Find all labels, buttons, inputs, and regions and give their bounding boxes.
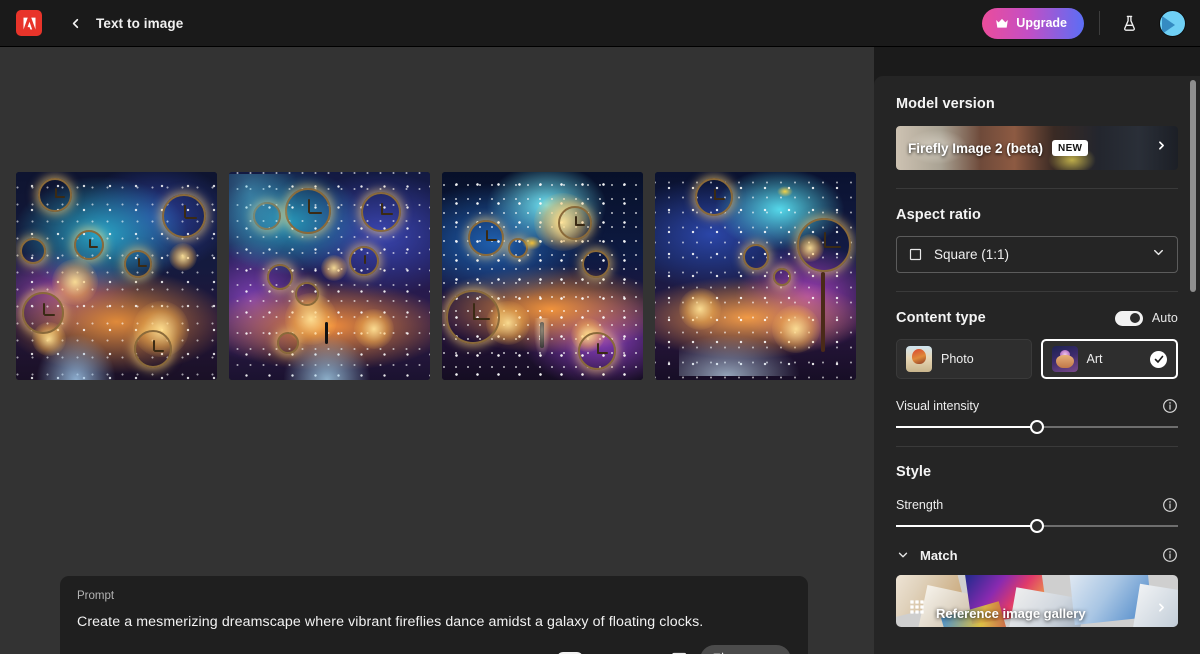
adobe-logo-icon[interactable] — [16, 10, 42, 36]
generated-results-grid — [16, 172, 856, 380]
hot-air-balloon-thumb — [906, 346, 932, 372]
reference-gallery-label: Reference image gallery — [936, 606, 1086, 621]
content-type-options: Photo Art — [896, 339, 1178, 379]
flask-icon[interactable] — [1115, 9, 1143, 37]
info-icon[interactable] — [1162, 497, 1178, 513]
strength-row: Strength — [896, 497, 1178, 513]
auto-toggle[interactable] — [1114, 310, 1143, 326]
refresh-button[interactable]: Refresh — [700, 645, 791, 654]
top-app-bar: Text to image Upgrade — [0, 0, 1200, 47]
toolbar-divider — [1099, 11, 1100, 35]
upgrade-button-label: Upgrade — [1016, 16, 1067, 30]
content-type-photo[interactable]: Photo — [896, 339, 1032, 379]
firefly-text-to-image-app: Text to image Upgrade Prompt Create a me… — [0, 0, 1200, 654]
strength-label: Strength — [896, 498, 944, 512]
match-section-toggle[interactable]: Match — [896, 547, 1178, 563]
aspect-ratio-heading: Aspect ratio — [896, 207, 981, 223]
slider-fill — [896, 525, 1037, 527]
model-version-heading: Model version — [896, 96, 995, 112]
aspect-ratio-value: Square (1:1) — [934, 247, 1010, 262]
reference-image-gallery[interactable]: Reference image gallery — [896, 575, 1178, 627]
crown-icon — [995, 18, 1009, 29]
back-button[interactable] — [62, 10, 88, 36]
generated-image-4[interactable] — [655, 172, 856, 380]
match-label: Match — [920, 547, 958, 563]
grid-icon — [909, 599, 925, 620]
prompt-input[interactable]: Create a mesmerizing dreamscape where vi… — [77, 614, 791, 630]
content-type-art[interactable]: Art — [1040, 339, 1178, 379]
canvas-area: Prompt Create a mesmerizing dreamscape w… — [0, 47, 874, 654]
art-hands-thumb — [1051, 346, 1078, 372]
section-divider-2 — [896, 291, 1178, 292]
section-divider-3 — [896, 446, 1178, 447]
settings-panel-content: Model version Firefly Image 2 (beta) NEW… — [874, 76, 1200, 627]
visual-intensity-slider-knob[interactable] — [1030, 420, 1044, 434]
info-icon[interactable] — [1162, 398, 1178, 414]
section-divider-1 — [896, 188, 1178, 189]
prompt-bar: Prompt Create a mesmerizing dreamscape w… — [60, 576, 808, 654]
strength-slider-knob[interactable] — [1030, 519, 1044, 533]
chevron-down-icon — [896, 548, 910, 562]
page-title: Text to image — [96, 15, 184, 31]
content-type-art-label: Art — [1086, 352, 1103, 366]
aspect-ratio-select[interactable]: Square (1:1) — [896, 236, 1178, 273]
content-type-row: Content type Auto — [896, 310, 1178, 326]
generated-image-2[interactable] — [229, 172, 430, 380]
square-icon — [908, 247, 923, 262]
content-type-heading: Content type — [896, 310, 986, 326]
auto-control: Auto — [1114, 310, 1178, 326]
visual-intensity-label: Visual intensity — [896, 399, 980, 413]
top-bar-actions: Upgrade — [982, 0, 1200, 46]
chevron-down-icon — [1151, 245, 1166, 265]
visual-intensity-slider[interactable] — [896, 420, 1178, 434]
check-circle-icon — [1150, 350, 1167, 368]
chevron-right-icon — [1155, 139, 1168, 157]
visual-intensity-row: Visual intensity — [896, 398, 1178, 414]
generated-image-3[interactable] — [442, 172, 643, 380]
prompt-actions: Suggestions — [556, 645, 791, 654]
strength-slider[interactable] — [896, 519, 1178, 533]
new-badge: NEW — [1052, 140, 1089, 156]
generated-image-1[interactable] — [16, 172, 217, 380]
upgrade-button[interactable]: Upgrade — [982, 7, 1084, 39]
settings-panel: Model version Firefly Image 2 (beta) NEW… — [874, 76, 1200, 654]
chevron-right-icon — [1155, 601, 1168, 619]
style-heading: Style — [896, 464, 932, 480]
model-version-name: Firefly Image 2 (beta) — [908, 140, 1044, 156]
auto-label: Auto — [1151, 311, 1178, 325]
model-version-selector[interactable]: Firefly Image 2 (beta) NEW — [896, 126, 1178, 170]
slider-fill — [896, 426, 1037, 428]
info-icon[interactable] — [1162, 547, 1178, 563]
content-type-photo-label: Photo — [941, 352, 974, 366]
avatar[interactable] — [1159, 9, 1186, 37]
prompt-label: Prompt — [77, 590, 115, 602]
